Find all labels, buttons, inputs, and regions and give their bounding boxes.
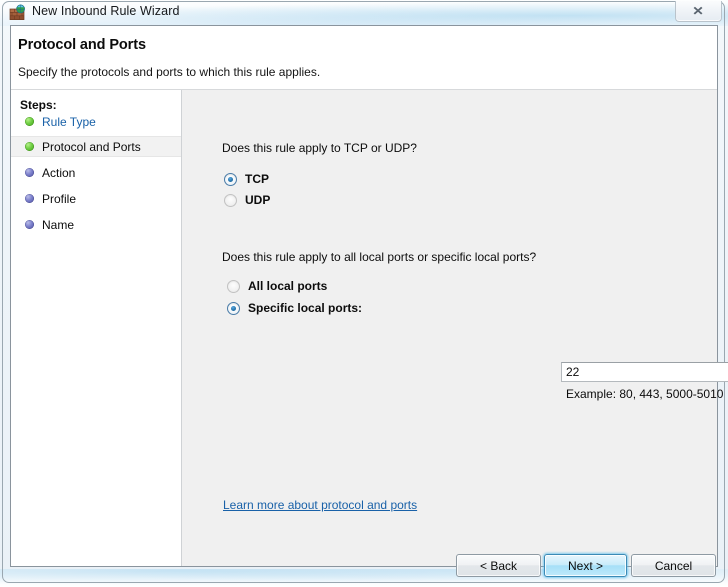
step-bullet-icon: [25, 220, 34, 229]
cancel-button[interactable]: Cancel: [631, 554, 716, 577]
sidebar-item-label: Action: [42, 165, 76, 180]
sidebar-item-profile[interactable]: Profile: [11, 188, 181, 209]
radio-option-specific-local-ports[interactable]: Specific local ports:: [227, 301, 362, 315]
close-button[interactable]: ✕: [675, 1, 722, 22]
radio-option-udp[interactable]: UDP: [224, 193, 270, 207]
main-content-pane: Does this rule apply to TCP or UDP? TCP …: [182, 90, 728, 577]
page-subtitle: Specify the protocols and ports to which…: [18, 65, 321, 79]
radio-all-ports-indicator: [227, 279, 240, 293]
sidebar-item-label: Name: [42, 217, 75, 232]
sidebar-item-action[interactable]: Action: [11, 162, 181, 183]
radio-udp-indicator: [224, 193, 237, 207]
radio-option-tcp[interactable]: TCP: [224, 172, 269, 186]
sidebar-item-label: Profile: [42, 191, 77, 206]
radio-specific-ports-indicator: [227, 301, 240, 315]
back-button[interactable]: < Back: [456, 554, 541, 577]
learn-more-link[interactable]: Learn more about protocol and ports: [223, 498, 417, 512]
sidebar-item-label: Protocol and Ports: [42, 139, 141, 154]
radio-option-label: All local ports: [248, 279, 328, 293]
step-bullet-icon: [25, 117, 34, 126]
ports-example-hint: Example: 80, 443, 5000-5010: [566, 387, 724, 401]
radio-option-label: TCP: [245, 172, 269, 186]
next-button[interactable]: Next >: [544, 554, 627, 577]
page-title: Protocol and Ports: [18, 37, 146, 53]
title-bar: New Inbound Rule Wizard ✕: [0, 0, 728, 26]
sidebar-item-protocol-and-ports[interactable]: Protocol and Ports: [11, 136, 181, 157]
radio-option-label: UDP: [245, 193, 271, 207]
step-bullet-icon: [25, 168, 34, 177]
step-bullet-icon: [25, 142, 34, 151]
steps-sidebar: Steps: Rule Type Protocol and Ports Acti…: [11, 90, 181, 566]
radio-option-label: Specific local ports:: [248, 301, 363, 315]
close-icon: ✕: [692, 4, 705, 18]
firewall-globe-icon: [9, 4, 25, 20]
protocol-question-label: Does this rule apply to TCP or UDP?: [222, 141, 417, 155]
sidebar-item-label: Rule Type: [42, 114, 96, 129]
page-header: Protocol and Ports Specify the protocols…: [11, 26, 717, 89]
sidebar-item-name[interactable]: Name: [11, 214, 181, 235]
window-title: New Inbound Rule Wizard: [32, 4, 180, 18]
specific-ports-input[interactable]: [561, 362, 728, 382]
radio-option-all-local-ports[interactable]: All local ports: [227, 279, 327, 293]
ports-question-label: Does this rule apply to all local ports …: [222, 250, 537, 264]
radio-tcp-indicator: [224, 172, 237, 186]
wizard-window: New Inbound Rule Wizard ✕ Protocol and P…: [0, 0, 728, 587]
step-bullet-icon: [25, 194, 34, 203]
steps-heading: Steps:: [20, 98, 57, 112]
sidebar-item-rule-type[interactable]: Rule Type: [11, 111, 181, 132]
dialog-client-area: Protocol and Ports Specify the protocols…: [10, 25, 728, 577]
